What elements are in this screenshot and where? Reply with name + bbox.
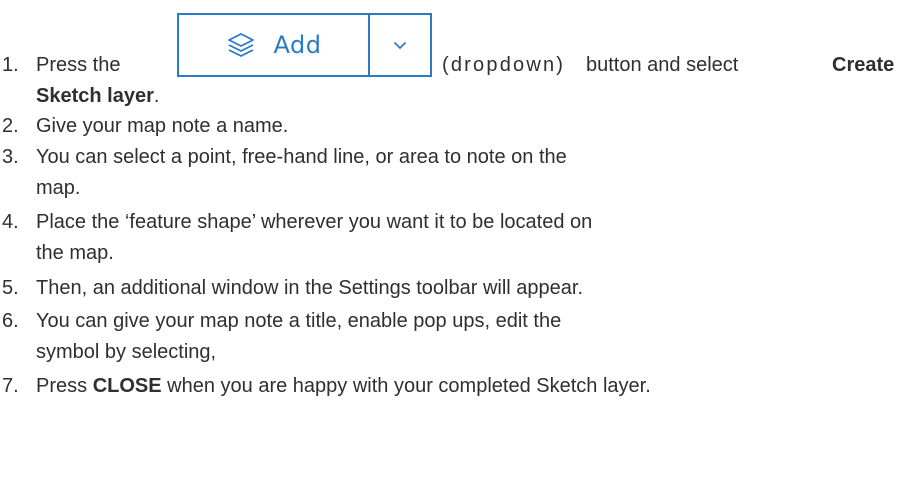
step-text: button and select (586, 54, 739, 76)
add-button-label: Add (273, 31, 322, 59)
step-text: Give your map note a name. (36, 115, 289, 137)
step-bold: CLOSE (92, 375, 162, 397)
instructions-document: 1. Press the (dropdown) button and selec… (0, 0, 917, 478)
chevron-down-icon (394, 42, 406, 49)
dropdown-toggle[interactable] (370, 15, 430, 75)
step-number: 7. (2, 375, 19, 397)
step-number: 3. (2, 146, 19, 168)
step-text: You can select a point, free-hand line, … (36, 146, 567, 168)
step-text: Press the (36, 54, 121, 76)
step-bold: Sketch layer (36, 85, 154, 107)
button-hint: (dropdown) (442, 54, 566, 76)
step-number: 6. (2, 310, 19, 332)
layers-icon (226, 30, 256, 60)
step-number: 5. (2, 277, 19, 299)
add-button[interactable]: Add (179, 15, 370, 75)
step-text: symbol by selecting, (36, 341, 217, 363)
step-text: when you are happy with your completed S… (167, 375, 651, 397)
step-bold: Create (832, 54, 895, 76)
step-text: You can give your map note a title, enab… (36, 310, 562, 332)
step-number: 1. (2, 54, 19, 76)
step-text: Then, an additional window in the Settin… (36, 277, 584, 299)
step-1: 1. Press the (dropdown) button and selec… (0, 53, 917, 77)
step-text: map. (36, 177, 81, 199)
step-number: 4. (2, 211, 19, 233)
step-text: Press (36, 375, 88, 397)
add-dropdown-button[interactable]: Add (177, 13, 432, 77)
step-text: Place the ‘feature shape’ wherever you w… (36, 211, 593, 233)
step-number: 2. (2, 115, 19, 137)
step-text: the map. (36, 242, 114, 264)
step-text: . (153, 85, 160, 107)
